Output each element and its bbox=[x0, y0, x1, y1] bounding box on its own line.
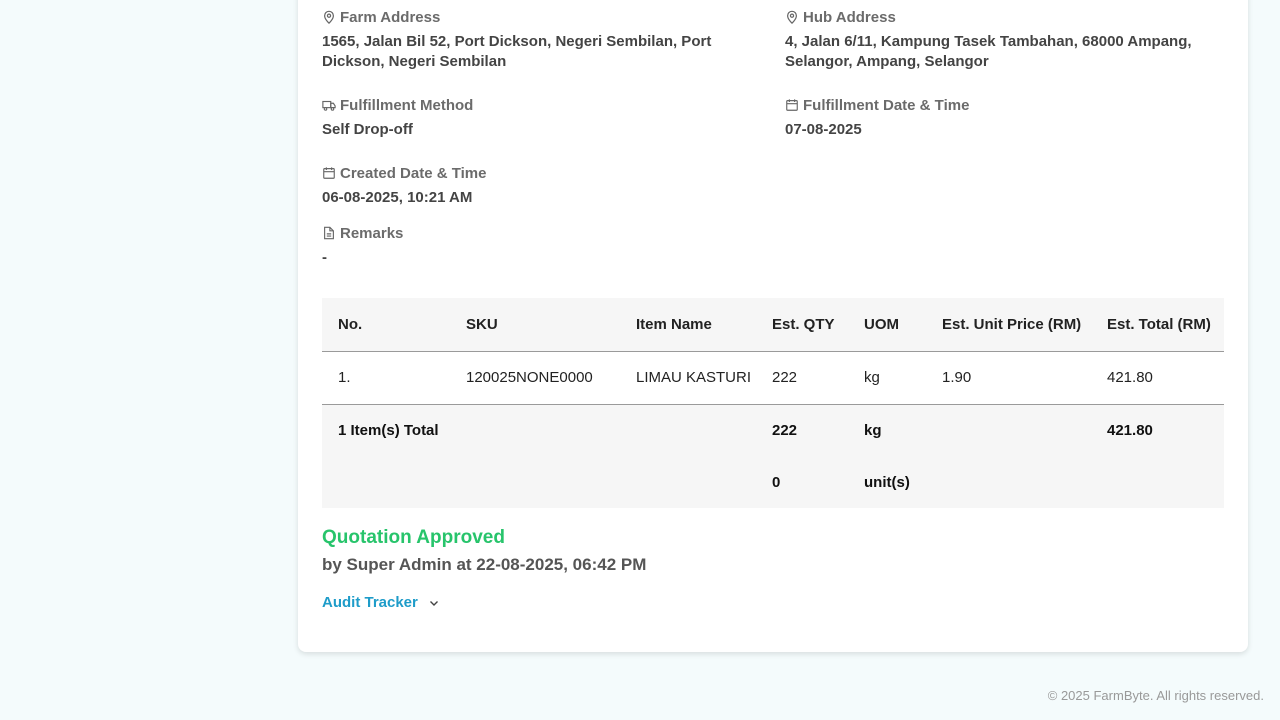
hub-address-value: 4, Jalan 6/11, Kampung Tasek Tambahan, 6… bbox=[785, 33, 1192, 70]
items-table-wrapper: No. SKU Item Name Est. QTY UOM Est. Unit… bbox=[322, 298, 1224, 508]
table-total-row: 1 Item(s) Total 222 kg 421.80 bbox=[322, 404, 1224, 456]
document-icon bbox=[324, 226, 334, 240]
quotation-status-title: Quotation Approved bbox=[322, 527, 505, 548]
hub-address-field: Hub Address 4, Jalan 6/11, Kampung Tasek… bbox=[785, 8, 1205, 72]
total-label: 1 Item(s) Total bbox=[338, 421, 439, 439]
total-qty-kg: 222 bbox=[772, 421, 798, 439]
remarks-label: Remarks bbox=[340, 224, 404, 242]
header-est-unit-price: Est. Unit Price (RM) bbox=[942, 315, 1082, 333]
total-uom-units: unit(s) bbox=[864, 473, 910, 491]
fulfillment-method-field: Fulfillment Method Self Drop-off bbox=[322, 96, 762, 140]
quotation-detail-card: Farm Address 1565, Jalan Bil 52, Port Di… bbox=[298, 0, 1248, 652]
created-datetime-label: Created Date & Time bbox=[340, 164, 487, 182]
header-est-qty: Est. QTY bbox=[772, 315, 835, 333]
header-sku: SKU bbox=[466, 315, 498, 333]
audit-tracker-label: Audit Tracker bbox=[322, 594, 418, 611]
location-pin-icon bbox=[787, 10, 797, 24]
calendar-icon bbox=[786, 99, 798, 111]
table-row: 1. 120025NONE0000 LIMAU KASTURI 222 kg 1… bbox=[322, 351, 1224, 404]
hub-address-label: Hub Address bbox=[803, 8, 896, 26]
audit-tracker-toggle[interactable]: Audit Tracker bbox=[322, 594, 440, 611]
fulfillment-datetime-label: Fulfillment Date & Time bbox=[803, 96, 970, 114]
farm-address-value: 1565, Jalan Bil 52, Port Dickson, Negeri… bbox=[322, 33, 712, 70]
created-datetime-value: 06-08-2025, 10:21 AM bbox=[322, 189, 473, 206]
cell-est-total: 421.80 bbox=[1107, 369, 1153, 386]
remarks-value: - bbox=[322, 249, 327, 266]
remarks-field: Remarks - bbox=[322, 224, 762, 268]
fulfillment-method-label: Fulfillment Method bbox=[340, 96, 474, 114]
created-datetime-field: Created Date & Time 06-08-2025, 10:21 AM bbox=[322, 164, 762, 208]
cell-est-unit-price: 1.90 bbox=[942, 369, 972, 386]
header-uom: UOM bbox=[864, 315, 899, 333]
items-table: No. SKU Item Name Est. QTY UOM Est. Unit… bbox=[322, 298, 1224, 508]
fulfillment-datetime-field: Fulfillment Date & Time 07-08-2025 bbox=[785, 96, 1205, 140]
header-no: No. bbox=[338, 315, 363, 333]
table-total-row-units: 0 unit(s) bbox=[322, 456, 1224, 508]
total-amount: 421.80 bbox=[1107, 421, 1153, 439]
truck-icon bbox=[322, 100, 336, 111]
fulfillment-method-value: Self Drop-off bbox=[322, 121, 413, 138]
cell-item-name: LIMAU KASTURI bbox=[636, 369, 752, 386]
header-item-name: Item Name bbox=[636, 315, 712, 333]
cell-est-qty: 222 bbox=[772, 369, 798, 386]
cell-no: 1. bbox=[338, 369, 351, 386]
chevron-down-icon bbox=[429, 600, 438, 606]
farm-address-field: Farm Address 1565, Jalan Bil 52, Port Di… bbox=[322, 8, 762, 72]
footer-copyright: © 2025 FarmByte. All rights reserved. bbox=[1047, 688, 1264, 703]
total-qty-units: 0 bbox=[772, 473, 781, 491]
location-pin-icon bbox=[324, 10, 334, 24]
total-uom-kg: kg bbox=[864, 421, 882, 439]
farm-address-label: Farm Address bbox=[340, 8, 441, 26]
fulfillment-datetime-value: 07-08-2025 bbox=[785, 121, 862, 138]
header-est-total: Est. Total (RM) bbox=[1107, 315, 1211, 333]
quotation-status-by: by Super Admin at 22-08-2025, 06:42 PM bbox=[322, 555, 647, 574]
calendar-icon bbox=[323, 167, 335, 179]
table-header-row: No. SKU Item Name Est. QTY UOM Est. Unit… bbox=[322, 298, 1224, 351]
cell-uom: kg bbox=[864, 369, 880, 386]
cell-sku: 120025NONE0000 bbox=[466, 369, 593, 386]
